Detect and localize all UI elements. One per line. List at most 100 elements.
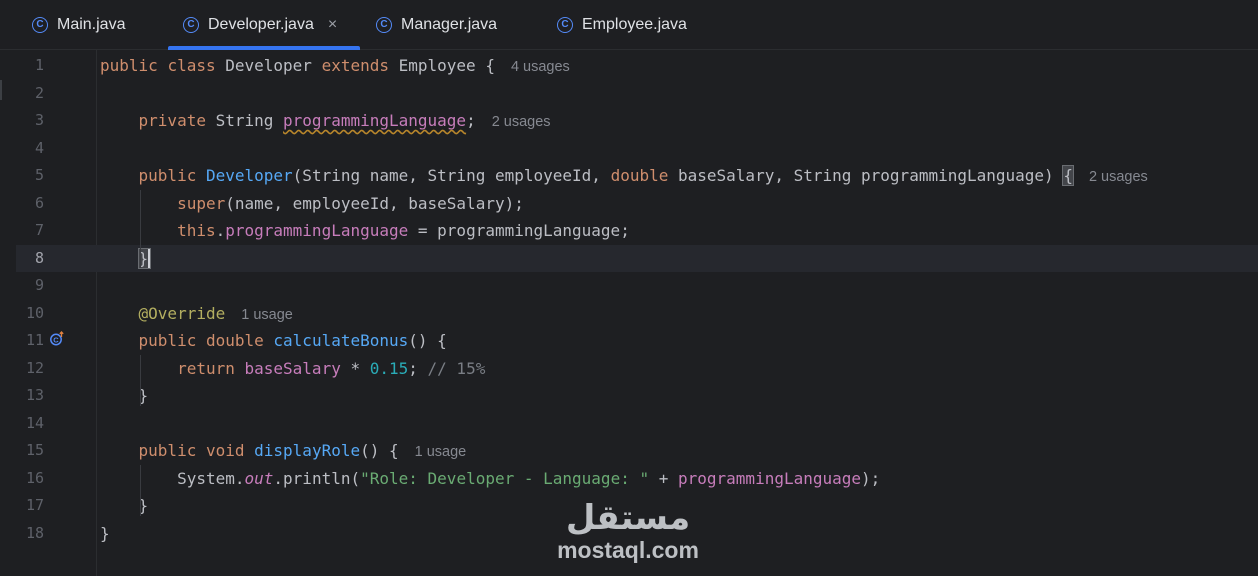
line-number: 15 — [25, 441, 44, 459]
line-number: 16 — [25, 468, 44, 487]
tab-developer-java[interactable]: C Developer.java × — [168, 0, 360, 50]
code-text: @Override 1 usage — [100, 300, 293, 330]
code-token: return — [100, 358, 245, 378]
code-line[interactable]: 13 } — [16, 382, 1258, 410]
code-token: void — [205, 441, 255, 460]
code-token: super — [100, 193, 226, 213]
code-text: System.out.println("Role: Developer - La… — [100, 465, 880, 493]
code-token: . — [215, 221, 226, 240]
line-number: 2 — [34, 83, 44, 102]
line-number: 8 — [34, 248, 44, 267]
code-text: public double calculateBonus() { — [100, 327, 447, 355]
code-line[interactable]: 10 @Override 1 usage — [16, 300, 1258, 328]
code-token: Developer — [225, 56, 322, 75]
code-token: displayRole — [254, 441, 361, 460]
code-text: public void displayRole() { 1 usage — [100, 437, 467, 467]
code-token: this — [100, 221, 216, 240]
code-line[interactable]: 12 return baseSalary * 0.15; // 15% — [16, 355, 1258, 383]
code-line[interactable]: 1 public class Developer extends Employee… — [16, 52, 1258, 80]
tab-main-java[interactable]: C Main.java — [32, 0, 125, 49]
usages-hint[interactable]: 2 usages — [492, 114, 551, 130]
code-token: baseSalary, String programmingLanguage) — [678, 166, 1064, 185]
code-token: programmingLanguage — [225, 221, 409, 240]
code-token: // 15% — [427, 358, 486, 378]
code-text: private String programmingLanguage; 2 usa… — [100, 107, 551, 137]
line-number: 3 — [34, 111, 44, 129]
indent-guide — [140, 464, 141, 516]
usages-hint[interactable]: 1 usage — [241, 307, 293, 323]
line-number: 12 — [25, 358, 44, 377]
code-token: System. — [100, 468, 245, 488]
code-token: (name, employeeId, baseSalary); — [225, 193, 524, 213]
usages-hint[interactable]: 2 usages — [1089, 169, 1148, 185]
code-token: programmingLanguage — [283, 111, 467, 130]
line-number: 6 — [34, 193, 44, 212]
override-icon[interactable]: C — [50, 331, 65, 346]
code-line[interactable]: 2 — [16, 80, 1258, 108]
code-text: public class Developer extends Employee … — [100, 52, 570, 82]
usages-hint[interactable]: 1 usage — [415, 444, 467, 460]
code-token: class — [167, 56, 226, 75]
close-icon[interactable]: × — [328, 16, 337, 34]
line-number: 14 — [25, 413, 44, 432]
watermark-latin: mostaql.com — [557, 537, 699, 563]
left-tool-strip — [0, 0, 16, 576]
code-token: "Role: Developer - Language: " — [360, 468, 650, 488]
class-icon: C — [32, 16, 48, 33]
code-line[interactable]: 6 super(name, employeeId, baseSalary); — [16, 190, 1258, 218]
indent-guide — [140, 354, 141, 406]
code-line[interactable]: 14 — [16, 410, 1258, 438]
code-token: extends — [321, 56, 399, 75]
code-token: private — [100, 111, 216, 130]
tab-label: Main.java — [57, 15, 126, 33]
code-token: .println( — [273, 468, 361, 488]
line-number: 9 — [34, 276, 44, 294]
watermark-arabic: مستقل — [565, 498, 691, 538]
tab-label: Employee.java — [582, 15, 687, 33]
line-number: 10 — [25, 303, 44, 322]
code-line[interactable]: 9 — [16, 272, 1258, 300]
code-token: * — [340, 358, 370, 378]
tab-employee-java[interactable]: C Employee.java — [557, 0, 687, 49]
code-token: baseSalary — [244, 358, 341, 378]
code-token: ; — [466, 111, 476, 130]
line-number: 17 — [25, 496, 44, 514]
code-token: + — [649, 468, 678, 488]
usages-hint[interactable]: 4 usages — [511, 59, 570, 75]
code-text: } — [100, 245, 152, 273]
code-token: calculateBonus — [273, 331, 409, 350]
code-token: () { — [408, 331, 447, 350]
line-number: 1 — [34, 56, 44, 74]
line-number: 5 — [34, 166, 44, 184]
code-token: = programmingLanguage; — [408, 221, 630, 240]
code-token: (String name, String employeeId, — [292, 166, 611, 185]
code-token: out — [244, 468, 274, 488]
code-token: } — [100, 523, 110, 543]
code-token: public — [100, 331, 206, 350]
tab-manager-java[interactable]: C Manager.java — [376, 0, 497, 49]
code-token: double — [610, 166, 678, 185]
code-line[interactable]: 8 } — [16, 244, 1258, 273]
code-line[interactable]: 11 public double calculateBonus() { — [16, 327, 1258, 355]
code-line[interactable]: 4 — [16, 135, 1258, 163]
code-token: ; — [408, 358, 428, 378]
code-token: Employee { — [398, 56, 495, 75]
code-token: public — [100, 441, 206, 460]
tab-label: Manager.java — [401, 15, 498, 33]
svg-text:C: C — [53, 336, 59, 345]
code-line[interactable]: 15 public void displayRole() { 1 usage — [16, 437, 1258, 465]
line-number: 18 — [25, 523, 44, 542]
code-token: { — [1062, 165, 1074, 186]
code-line[interactable]: 5 public Developer(String name, String e… — [16, 162, 1258, 190]
code-line[interactable]: 16 System.out.println("Role: Developer -… — [16, 465, 1258, 493]
code-line[interactable]: 7 this.programmingLanguage = programming… — [16, 217, 1258, 245]
class-icon: C — [376, 16, 392, 33]
code-text: return baseSalary * 0.15; // 15% — [100, 355, 485, 383]
code-line[interactable]: 3 private String programmingLanguage; 2 u… — [16, 107, 1258, 135]
code-token: public — [100, 166, 206, 185]
mostaql-watermark: مستقل mostaql.com — [548, 498, 708, 568]
code-token: () { — [360, 441, 399, 460]
code-text: public Developer(String name, String emp… — [100, 162, 1148, 192]
line-number: 4 — [34, 138, 44, 157]
strip-marker — [0, 80, 2, 100]
